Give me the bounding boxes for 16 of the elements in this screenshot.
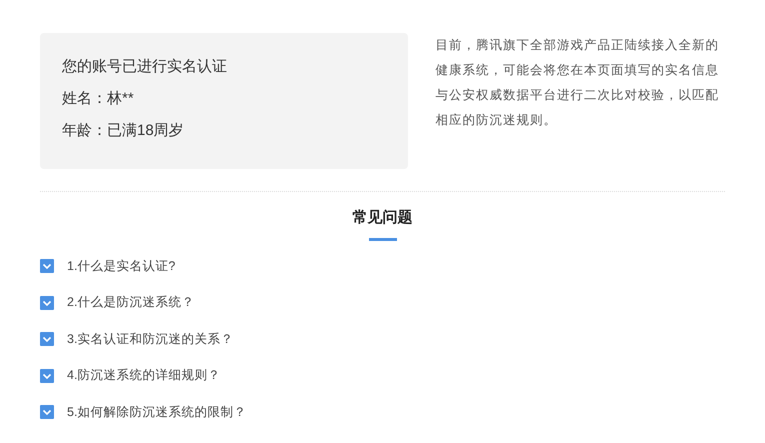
chevron-down-icon[interactable]	[40, 332, 54, 346]
faq-question[interactable]: 4.防沉迷系统的详细规则？	[67, 366, 220, 385]
age-text: 年龄：已满18周岁	[62, 121, 185, 141]
chevron-down-icon[interactable]	[40, 368, 54, 382]
faq-question[interactable]: 2.什么是防沉迷系统？	[67, 293, 194, 312]
faq-question[interactable]: 3.实名认证和防沉迷的关系？	[67, 330, 234, 348]
faq-question[interactable]: 1.什么是实名认证?	[67, 256, 176, 276]
chevron-down-icon[interactable]	[40, 259, 54, 273]
chevron-down-icon[interactable]	[40, 405, 54, 419]
faq-title: 常见问题	[352, 208, 412, 228]
card-title: 您的账号已进行实名认证	[62, 57, 228, 77]
faq-question[interactable]: 5.如何解除防沉迷系统的限制？	[67, 402, 246, 422]
title-underline	[368, 238, 396, 241]
notice-text: 目前，腾讯旗下全部游戏产品正陆续接入全新的健康系统，可能会将您在本页面填写的实名信息与公安权威数据平台进行二次比对校验，以匹配相应的防沉迷规则。	[435, 37, 720, 129]
name-text: 姓名：林**	[62, 89, 135, 109]
chevron-down-icon[interactable]	[40, 296, 54, 310]
